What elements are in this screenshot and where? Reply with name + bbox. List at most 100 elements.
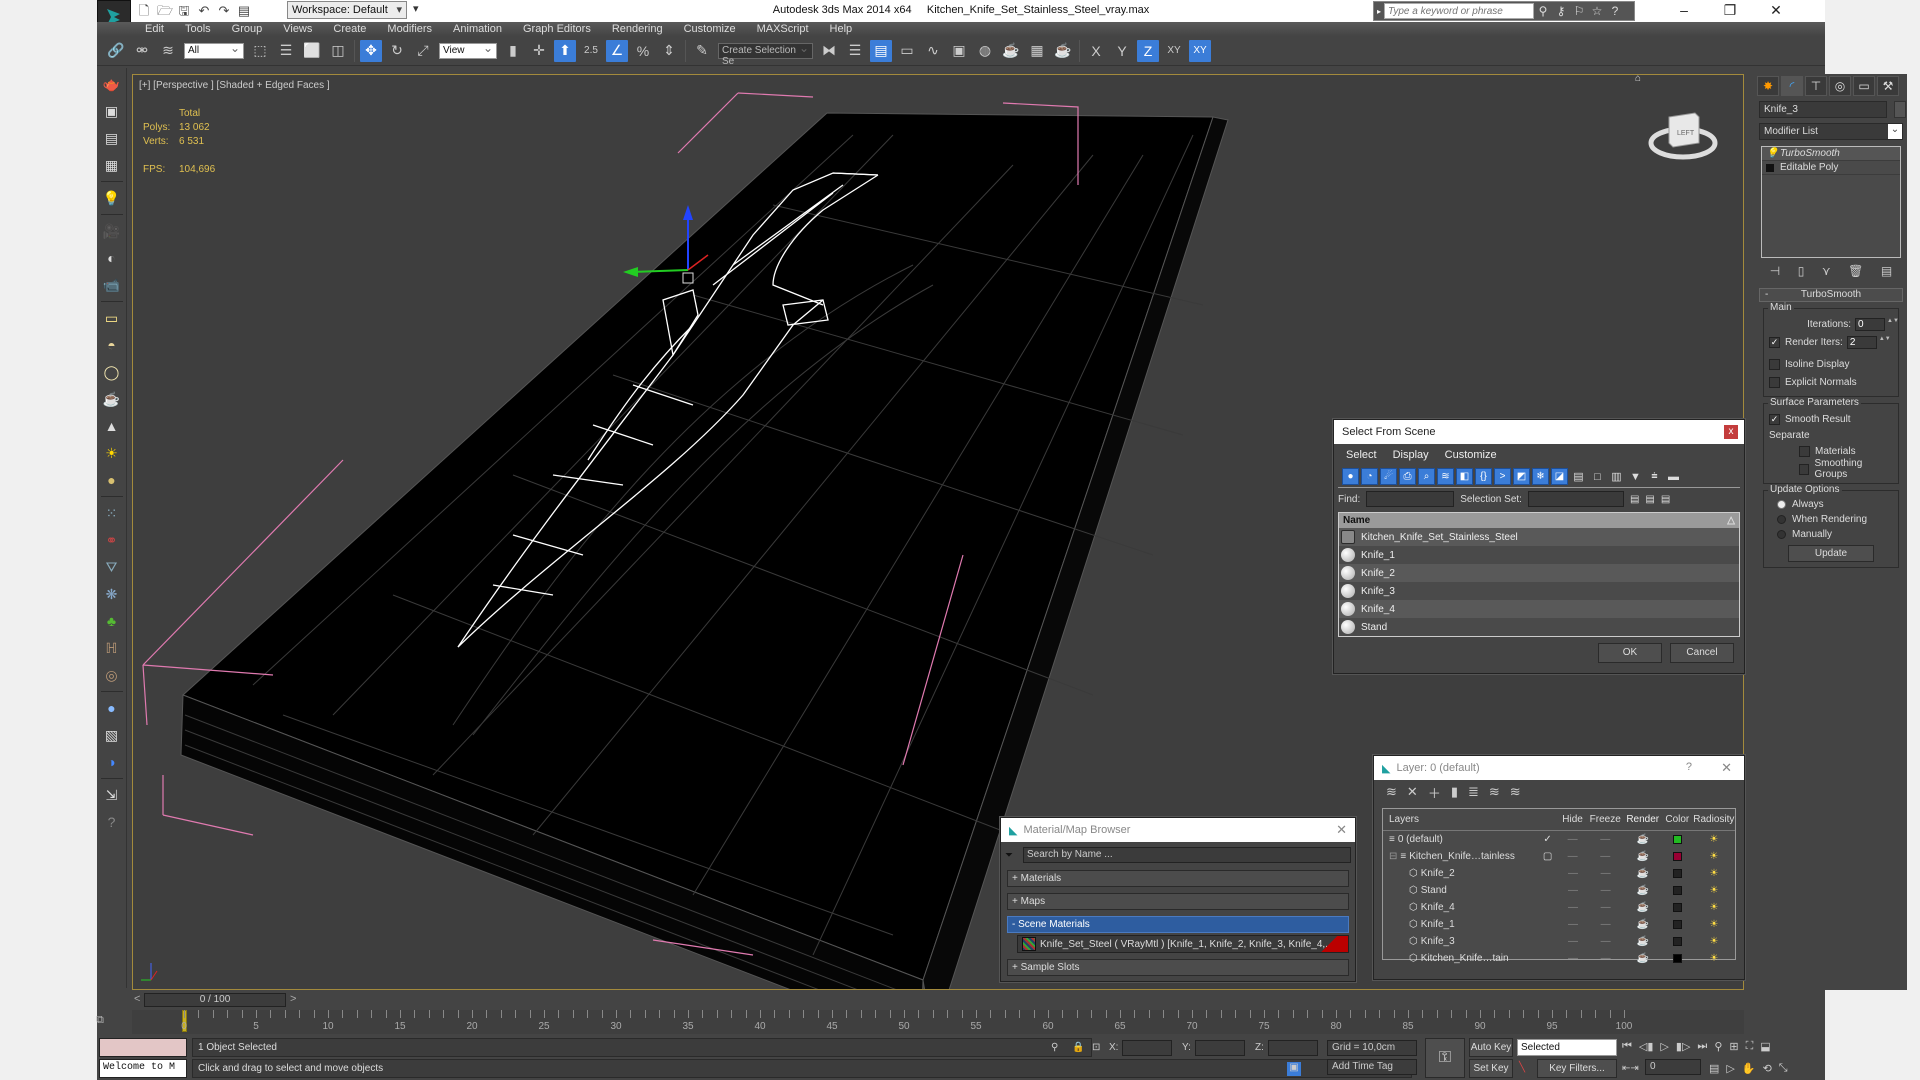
layer-color[interactable] (1662, 835, 1693, 844)
close-icon[interactable]: ✕ (1721, 760, 1732, 776)
set-key-button[interactable]: Set Key (1469, 1059, 1513, 1078)
update-button[interactable]: Update (1788, 545, 1874, 562)
maximize-viewport-icon[interactable]: ⤡ (1779, 1062, 1788, 1075)
find-input[interactable] (1366, 491, 1455, 507)
motion-tab-icon[interactable]: ◎ (1829, 76, 1851, 96)
modifier-list-dropdown[interactable]: Modifier List ⌄ (1759, 123, 1903, 140)
smooth-result-checkbox[interactable]: ✓ (1769, 413, 1780, 425)
layer-color[interactable] (1662, 903, 1693, 912)
space-warps-filter-icon[interactable]: ≋ (1437, 468, 1454, 485)
layer-color[interactable] (1662, 869, 1693, 878)
displacement-icon[interactable]: ◎ (101, 664, 123, 686)
menu-edit[interactable]: Edit (145, 23, 164, 35)
grass-icon[interactable]: ♣ (101, 610, 123, 632)
column-hide[interactable]: Hide (1558, 814, 1587, 825)
teapot-icon[interactable]: 🫖 (101, 73, 123, 95)
frozen-filter-icon[interactable]: ❄ (1532, 468, 1549, 485)
render-setup-icon[interactable]: ☕ (1000, 40, 1022, 62)
zoom-icon[interactable]: ⚲ (1714, 1040, 1722, 1053)
fur-icon[interactable]: ❋ (101, 583, 123, 605)
new-file-icon[interactable]: 🗋 (137, 4, 151, 18)
render-toggle-icon[interactable]: ☕ (1624, 868, 1662, 879)
import-icon[interactable]: ⇲ (101, 784, 123, 806)
turbosmooth-rollout-header[interactable]: - TurboSmooth (1759, 288, 1903, 302)
selection-lock-icon[interactable]: 🔒 (1072, 1042, 1084, 1053)
radiosity-icon[interactable]: ☀ (1693, 953, 1735, 964)
link-icon[interactable]: 🔗 (105, 40, 127, 62)
color-swatch[interactable] (1672, 869, 1682, 878)
name-column-header[interactable]: Name △ (1339, 513, 1739, 528)
dialog-title-bar[interactable]: ◣ Material/Map Browser ✕ (1001, 818, 1355, 842)
key-mode-dropdown[interactable]: Selected (1517, 1039, 1617, 1056)
freeze-all-layers-icon[interactable]: ≋ (1510, 784, 1521, 800)
axis-z-button[interactable]: Z (1137, 39, 1159, 62)
curve-editor-icon[interactable]: ∿ (922, 40, 944, 62)
list-item[interactable]: Kitchen_Knife_Set_Stainless_Steel (1339, 528, 1739, 546)
next-key-icon[interactable]: ▮▷ (1676, 1040, 1691, 1053)
zoom-extents-selected-icon[interactable]: ⛶ (1746, 1040, 1754, 1053)
go-to-end-icon[interactable]: ⏭ (1697, 1040, 1707, 1053)
spinner-arrows-icon[interactable]: ▲▼ (1879, 336, 1891, 349)
collapse-icon[interactable]: ⊟ (1389, 851, 1397, 862)
z-coordinate-field[interactable] (1268, 1040, 1318, 1056)
select-by-name-icon[interactable]: ☰ (275, 40, 297, 62)
select-invert-icon[interactable]: ▥ (1608, 468, 1625, 485)
layer-row[interactable]: ⬡ Kitchen_Knife…tain — — ☕ ☀ (1383, 950, 1735, 967)
cone-light-icon[interactable]: ▲ (101, 415, 123, 437)
schematic-view-icon[interactable]: ▣ (948, 40, 970, 62)
key-icon[interactable]: ⚷ (1552, 4, 1570, 18)
color-swatch[interactable] (1672, 920, 1682, 929)
menu-rendering[interactable]: Rendering (612, 23, 663, 35)
radiosity-icon[interactable]: ☀ (1693, 885, 1735, 896)
radiosity-icon[interactable]: ☀ (1693, 919, 1735, 930)
curve-editor-mini-icon[interactable]: ⧉ (96, 1014, 104, 1027)
previous-frame-icon[interactable]: < (134, 993, 140, 1005)
plane-light-icon[interactable]: ▭ (101, 307, 123, 329)
color-swatch[interactable] (1672, 954, 1682, 963)
time-configuration-icon[interactable]: ▤ (1709, 1062, 1719, 1075)
render-toggle-icon[interactable]: ☕ (1624, 936, 1662, 947)
field-of-view-icon[interactable]: ▷ (1726, 1062, 1734, 1075)
zoom-extents-icon[interactable]: ⊞ (1729, 1040, 1738, 1053)
render-toggle-icon[interactable]: ☕ (1624, 953, 1662, 964)
menu-help[interactable]: Help (830, 23, 853, 35)
menu-maxscript[interactable]: MAXScript (757, 23, 809, 35)
isoline-display-checkbox[interactable] (1769, 358, 1780, 370)
next-frame-icon[interactable]: > (290, 993, 296, 1005)
render-toggle-icon[interactable]: ☕ (1624, 885, 1662, 896)
axis-y-button[interactable]: Y (1111, 40, 1133, 62)
stack-item-turbosmooth[interactable]: 💡 TurboSmooth (1762, 147, 1900, 161)
layer-row[interactable]: ≡ 0 (default) ✓ — — ☕ ☀ (1383, 831, 1735, 848)
previous-key-icon[interactable]: ◁▮ (1639, 1040, 1654, 1053)
display-tab-icon[interactable]: ▭ (1853, 76, 1875, 96)
reference-coordinate-dropdown[interactable]: View (439, 41, 497, 59)
update-when-rendering-radio[interactable] (1777, 515, 1786, 524)
menu-display[interactable]: Display (1393, 449, 1429, 461)
layer-row[interactable]: ⬡ Knife_1— — ☕ ☀ (1383, 916, 1735, 933)
create-tab-icon[interactable]: ✸ (1757, 76, 1779, 96)
mesh-light-icon[interactable]: ☕ (101, 388, 123, 410)
show-end-result-icon[interactable]: ▯ (1798, 264, 1805, 278)
select-object-icon[interactable]: ⬚ (249, 40, 271, 62)
options-menu-icon[interactable]: ⏷ (1005, 850, 1023, 861)
select-and-move-icon[interactable]: ✥ (360, 39, 382, 62)
close-icon[interactable]: x (1724, 425, 1738, 439)
groups-filter-icon[interactable]: ◧ (1456, 468, 1473, 485)
dialog-title-bar[interactable]: ◣ Layer: 0 (default)? ✕ (1374, 756, 1744, 780)
hide-toggle[interactable]: — (1559, 919, 1588, 930)
highlight-layer-icon[interactable]: ≣ (1468, 784, 1479, 800)
proxy-icon[interactable]: ⛛ (101, 556, 123, 578)
menu-graph-editors[interactable]: Graph Editors (523, 23, 591, 35)
restore-button[interactable]: ❐ (1715, 2, 1745, 19)
key-filters-button[interactable]: Key Filters... (1537, 1059, 1617, 1078)
radiosity-icon[interactable]: ☀ (1693, 868, 1735, 879)
sphere-camera-icon[interactable]: ◐ (101, 247, 123, 269)
column-freeze[interactable]: Freeze (1587, 814, 1624, 825)
mirror-icon[interactable]: ⧓ (818, 40, 840, 62)
help-icon[interactable]: ? (1686, 761, 1692, 773)
cancel-button[interactable]: Cancel (1670, 643, 1734, 663)
search-by-name-input[interactable]: Search by Name ... (1023, 847, 1351, 863)
list-item[interactable]: Knife_4 (1339, 600, 1739, 618)
select-all-icon[interactable]: ▤ (1570, 468, 1587, 485)
delete-layer-icon[interactable]: ✕ (1407, 784, 1418, 800)
